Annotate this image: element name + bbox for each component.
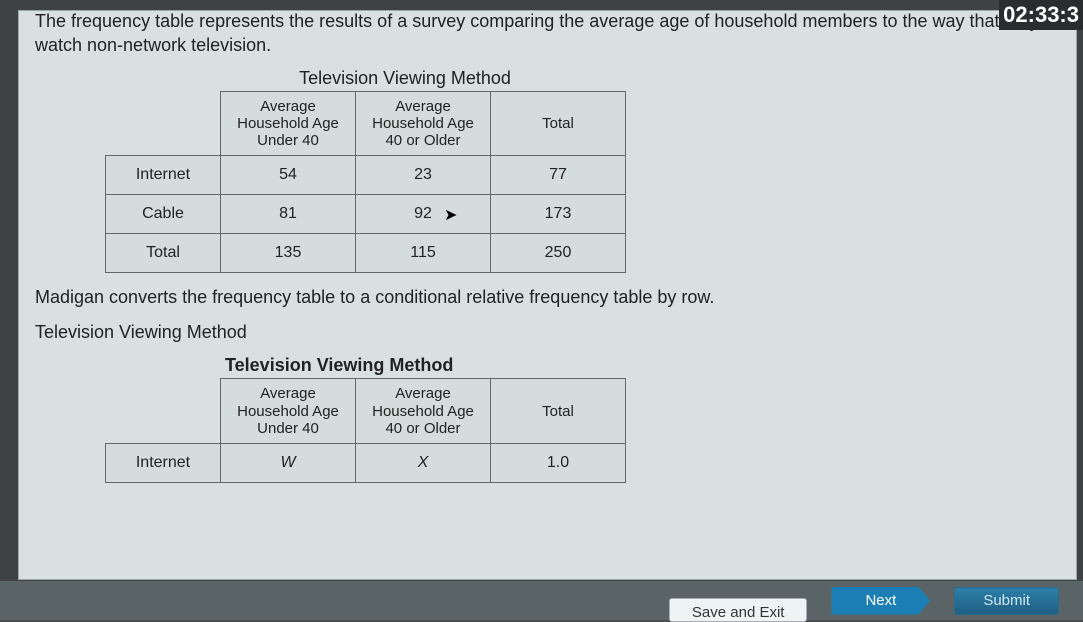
table2-col-header-1: Average Household Age 40 or Older (356, 379, 491, 444)
table2-r0c1: X (356, 444, 491, 483)
table1-row1-label: Cable (106, 195, 221, 234)
table1-r2c0: 135 (221, 234, 356, 273)
table2-col-header-0: Average Household Age Under 40 (221, 379, 356, 444)
table1-r2c1: 115 (356, 234, 491, 273)
table1-corner (106, 91, 221, 156)
table1-r0c0: 54 (221, 156, 356, 195)
frequency-table-2: Average Household Age Under 40 Average H… (105, 378, 626, 483)
table1-col-header-2: Total (491, 91, 626, 156)
table1-r1c1: 92 ➤ (356, 195, 491, 234)
save-exit-button[interactable]: Save and Exit (669, 598, 808, 622)
table1-r1c2: 173 (491, 195, 626, 234)
table-row: Internet W X 1.0 (106, 444, 626, 483)
table1-r2c2: 250 (491, 234, 626, 273)
table-row: Total 135 115 250 (106, 234, 626, 273)
table1-col-header-0: Average Household Age Under 40 (221, 91, 356, 156)
table-row: Internet 54 23 77 (106, 156, 626, 195)
next-button[interactable]: Next (831, 587, 930, 615)
table1-row2-label: Total (106, 234, 221, 273)
table1-r1c1-value: 92 (414, 205, 432, 222)
table1-col-header-1: Average Household Age 40 or Older (356, 91, 491, 156)
app-frame: 02:33:3 The frequency table represents t… (0, 0, 1083, 620)
table1-r0c2: 77 (491, 156, 626, 195)
countdown-timer: 02:33:3 (999, 0, 1083, 30)
subtitle-2: Television Viewing Method (35, 322, 1060, 343)
table1-title: Television Viewing Method (105, 68, 705, 89)
table1-r0c1: 23 (356, 156, 491, 195)
table1-r1c0: 81 (221, 195, 356, 234)
table2-title: Television Viewing Method (225, 355, 825, 376)
table2-row0-label: Internet (106, 444, 221, 483)
cursor-icon: ➤ (444, 205, 457, 225)
frequency-table-1: Average Household Age Under 40 Average H… (105, 91, 626, 274)
table2-col-header-2: Total (491, 379, 626, 444)
bottom-toolbar: Save and Exit Next Submit (0, 580, 1083, 620)
paragraph-2: Madigan converts the frequency table to … (35, 287, 1060, 308)
question-intro-text: The frequency table represents the resul… (35, 10, 1060, 58)
submit-button[interactable]: Submit (954, 587, 1059, 615)
table2-r0c2: 1.0 (491, 444, 626, 483)
table1-row0-label: Internet (106, 156, 221, 195)
table2-corner (106, 379, 221, 444)
table-row: Cable 81 92 ➤ 173 (106, 195, 626, 234)
question-panel: The frequency table represents the resul… (18, 10, 1077, 580)
table2-r0c0: W (221, 444, 356, 483)
